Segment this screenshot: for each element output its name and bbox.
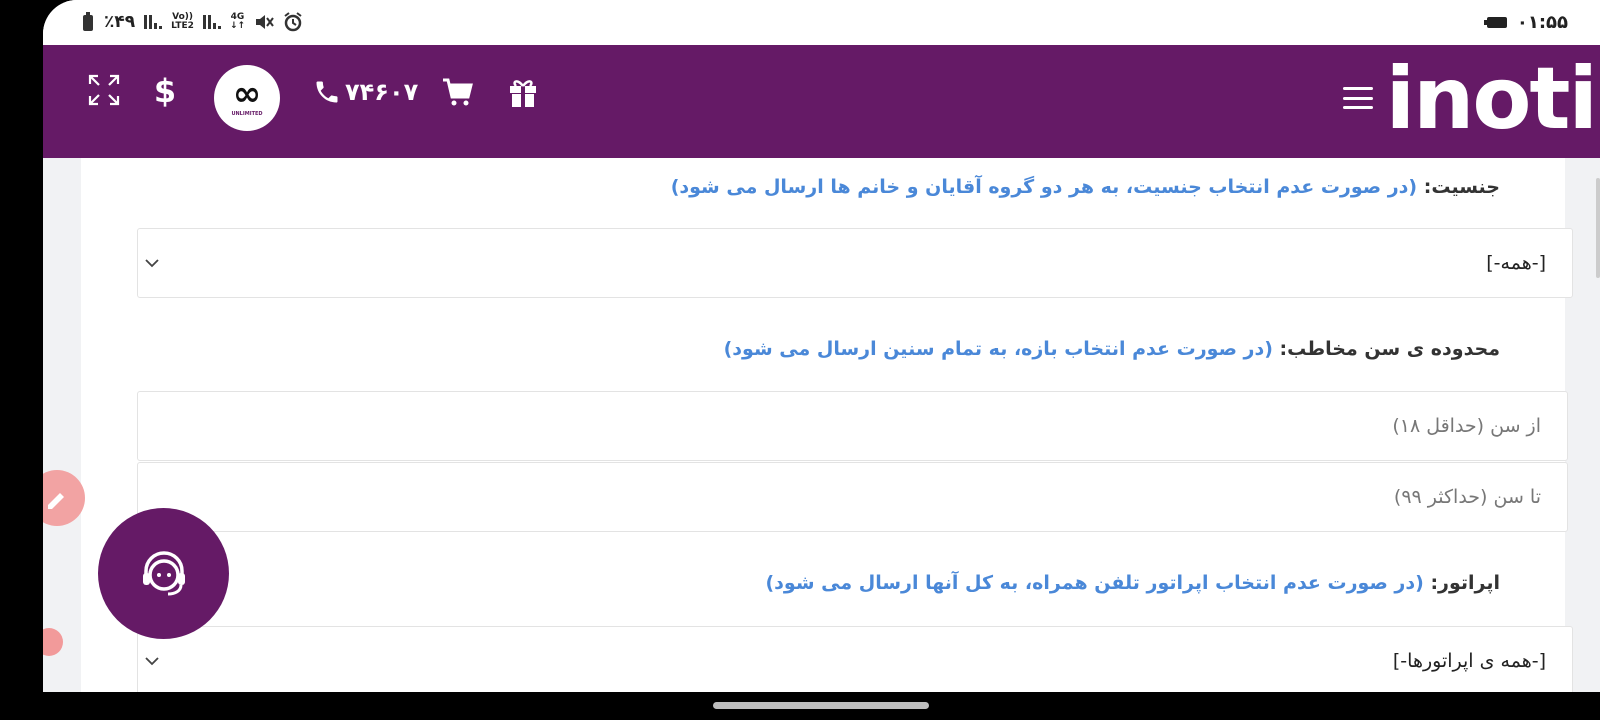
status-bar: ٪۴۹ Vo)) LTE2 4G ↓↑ ۰۱:۵۵ bbox=[43, 0, 1600, 45]
phone-icon bbox=[316, 81, 338, 103]
app-header: $ ∞ UNLIMITED ۷۴۶۰۷ inoti bbox=[43, 45, 1600, 158]
app-screen: ٪۴۹ Vo)) LTE2 4G ↓↑ ۰۱:۵۵ $ ∞ UNLIMITED … bbox=[43, 0, 1600, 692]
gift-icon[interactable] bbox=[507, 75, 539, 109]
gender-selected-value: [-همه-] bbox=[1486, 252, 1546, 274]
home-indicator[interactable] bbox=[713, 702, 929, 709]
infinity-icon: ∞ bbox=[232, 74, 262, 114]
operator-label: اپراتور: bbox=[1430, 572, 1500, 594]
scrollbar-thumb[interactable] bbox=[1596, 178, 1600, 278]
age-hint: (در صورت عدم انتخاب بازه، به تمام سنین ا… bbox=[723, 338, 1273, 360]
gender-hint: (در صورت عدم انتخاب جنسیت، به هر دو گروه… bbox=[670, 176, 1418, 198]
age-to-input[interactable]: تا سن (حداکثر ۹۹) bbox=[137, 462, 1568, 532]
chevron-down-icon bbox=[144, 229, 160, 297]
operator-label-row: اپراتور: (در صورت عدم انتخاب اپراتور تلف… bbox=[765, 572, 1500, 594]
gender-label: جنسیت: bbox=[1423, 176, 1500, 198]
brand-logo[interactable]: inoti bbox=[1386, 49, 1598, 149]
currency-button[interactable]: $ bbox=[151, 71, 179, 111]
unlimited-logo-button[interactable]: ∞ UNLIMITED bbox=[214, 65, 280, 131]
age-from-input[interactable]: از سن (حداقل ۱۸) bbox=[137, 391, 1568, 461]
support-chat-button[interactable] bbox=[98, 508, 229, 639]
headset-support-icon bbox=[142, 550, 185, 595]
pencil-icon bbox=[48, 493, 64, 509]
network-type: 4G ↓↑ bbox=[229, 12, 246, 31]
age-label-row: محدوده ی سن مخاطب: (در صورت عدم انتخاب ب… bbox=[724, 338, 1500, 360]
dollar-icon: $ bbox=[153, 72, 177, 110]
alarm-icon bbox=[284, 12, 302, 32]
age-label: محدوده ی سن مخاطب: bbox=[1279, 338, 1500, 360]
status-right: ۰۱:۵۵ bbox=[1483, 10, 1568, 34]
operator-selected-value: [-همه ی اپراتورها-] bbox=[1392, 650, 1546, 672]
volte-label: Vo)) LTE2 bbox=[171, 12, 194, 31]
battery-percent: ٪۴۹ bbox=[104, 12, 136, 32]
operator-hint: (در صورت عدم انتخاب اپراتور تلفن همراه، … bbox=[765, 572, 1424, 594]
content-area: جنسیت: (در صورت عدم انتخاب جنسیت، به هر … bbox=[43, 158, 1600, 692]
hamburger-menu-icon[interactable] bbox=[1343, 87, 1373, 109]
phone-number: ۷۴۶۰۷ bbox=[345, 78, 419, 106]
form-panel: جنسیت: (در صورت عدم انتخاب جنسیت، به هر … bbox=[81, 158, 1573, 692]
gender-label-row: جنسیت: (در صورت عدم انتخاب جنسیت، به هر … bbox=[671, 176, 1500, 198]
clock: ۰۱:۵۵ bbox=[1516, 11, 1568, 33]
phone-link[interactable]: ۷۴۶۰۷ bbox=[313, 75, 418, 109]
signal-icon-2 bbox=[202, 15, 221, 29]
mute-icon bbox=[256, 15, 274, 29]
battery-icon bbox=[1483, 16, 1507, 28]
status-left: ٪۴۹ Vo)) LTE2 4G ↓↑ bbox=[81, 10, 303, 34]
fullscreen-icon[interactable] bbox=[87, 73, 121, 107]
cart-icon[interactable] bbox=[440, 75, 474, 109]
gender-select[interactable]: [-همه-] bbox=[137, 228, 1573, 298]
logo-text: UNLIMITED bbox=[231, 111, 263, 117]
age-to-placeholder: تا سن (حداکثر ۹۹) bbox=[1393, 486, 1541, 508]
signal-icon bbox=[144, 15, 163, 29]
operator-select[interactable]: [-همه ی اپراتورها-] bbox=[137, 626, 1573, 692]
age-from-placeholder: از سن (حداقل ۱۸) bbox=[1392, 415, 1541, 437]
battery-saver-icon bbox=[83, 12, 93, 31]
